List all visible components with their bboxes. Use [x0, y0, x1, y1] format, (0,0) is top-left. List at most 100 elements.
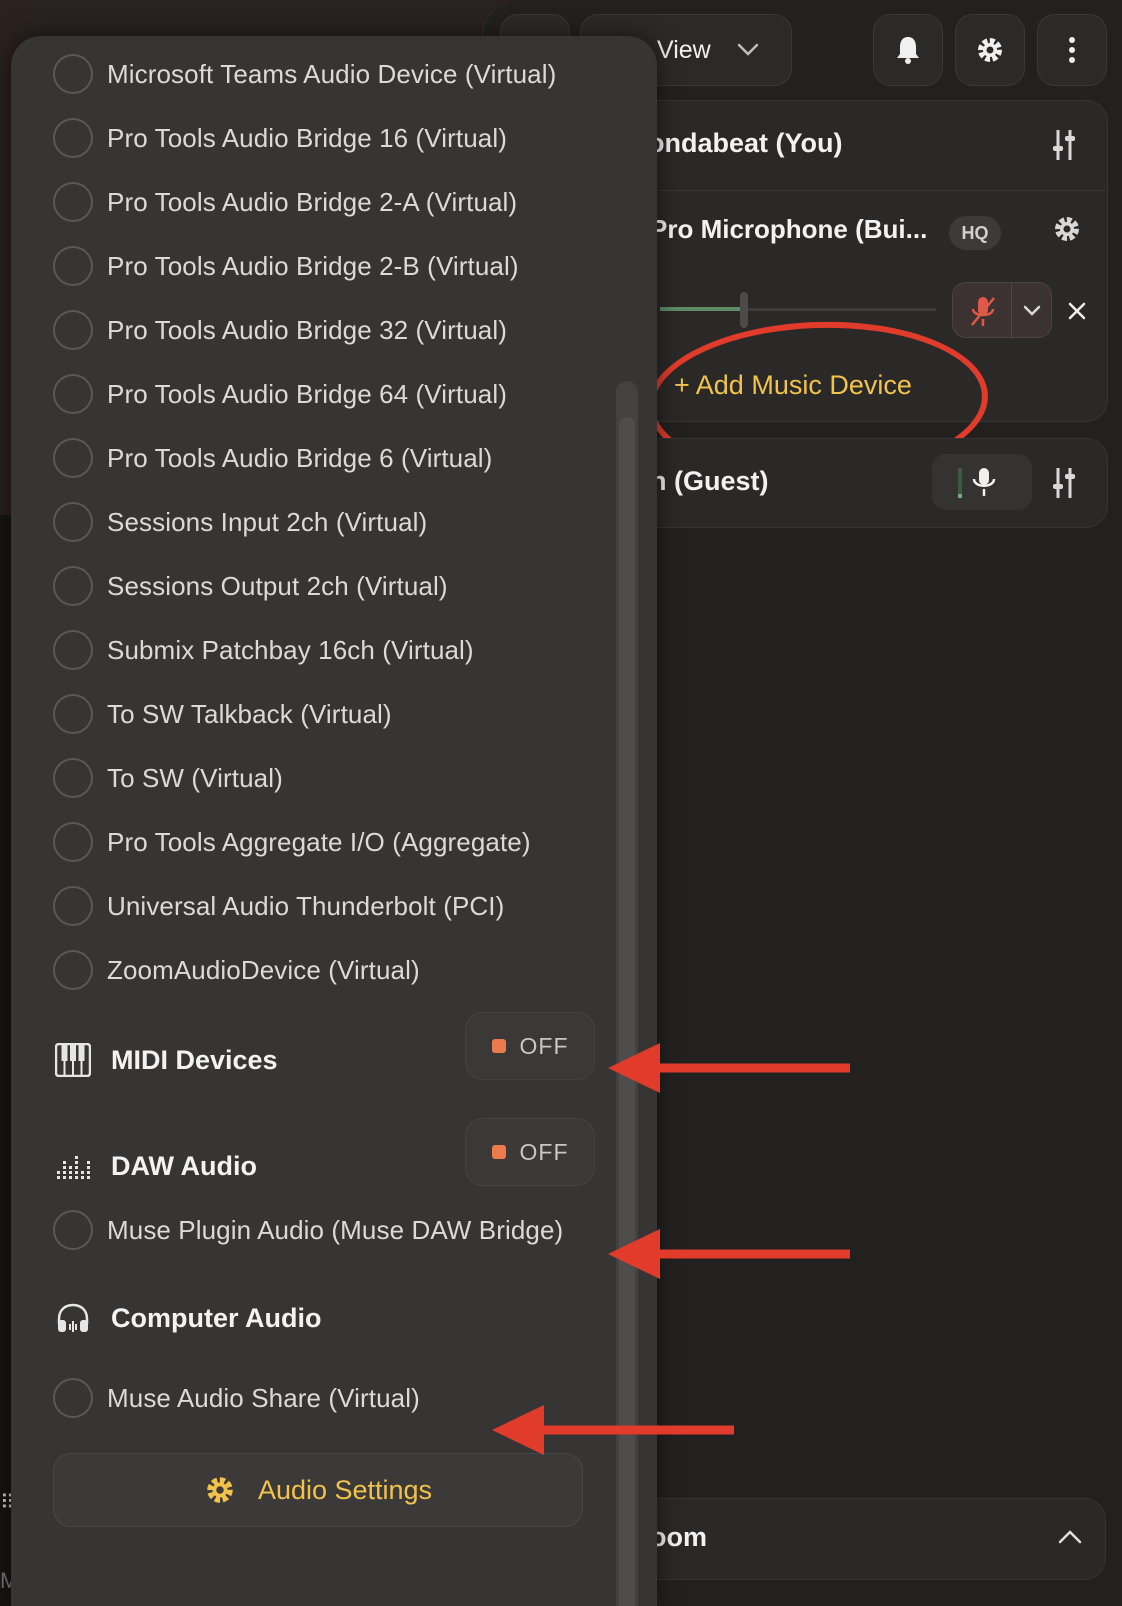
- computer-audio-section-header: Computer Audio: [53, 1288, 321, 1348]
- daw-section-header: DAW Audio: [53, 1136, 257, 1196]
- more-vertical-icon: [1069, 37, 1075, 63]
- checkbox[interactable]: [53, 182, 93, 222]
- device-label: Pro Tools Audio Bridge 2-B (Virtual): [107, 250, 519, 281]
- mic-mute-toggle[interactable]: [952, 282, 1052, 339]
- volume-slider-thumb[interactable]: [740, 292, 748, 328]
- device-label: Pro Tools Audio Bridge 6 (Virtual): [107, 442, 493, 473]
- more-options-button[interactable]: [1037, 14, 1107, 86]
- checkbox[interactable]: [53, 374, 93, 414]
- participant-name: ondabeat (You): [648, 128, 843, 158]
- toggle-label: OFF: [519, 1032, 569, 1059]
- device-option[interactable]: To SW Talkback (Virtual): [53, 684, 392, 744]
- checkbox[interactable]: [53, 822, 93, 862]
- checkbox[interactable]: [53, 502, 93, 542]
- checkbox[interactable]: [53, 694, 93, 734]
- device-option[interactable]: Pro Tools Audio Bridge 2-A (Virtual): [53, 172, 517, 232]
- midi-toggle[interactable]: OFF: [465, 1012, 595, 1080]
- chevron-down-icon: [737, 43, 758, 56]
- checkbox[interactable]: [53, 566, 93, 606]
- volume-slider-fill: [660, 307, 744, 311]
- mic-muted-icon: [971, 297, 995, 326]
- checkbox[interactable]: [53, 54, 93, 94]
- device-option[interactable]: Sessions Input 2ch (Virtual): [53, 492, 427, 552]
- room-label: oom: [650, 1522, 707, 1552]
- guest-mic-button[interactable]: [932, 454, 1032, 510]
- device-option[interactable]: Muse Audio Share (Virtual): [53, 1368, 420, 1428]
- toggle-label: OFF: [519, 1138, 569, 1165]
- device-option[interactable]: Microsoft Teams Audio Device (Virtual): [53, 44, 556, 104]
- status-dot: [491, 1145, 506, 1159]
- device-label: ZoomAudioDevice (Virtual): [107, 954, 420, 985]
- mic-icon: [972, 468, 996, 496]
- checkbox[interactable]: [53, 886, 93, 926]
- device-option[interactable]: Sessions Output 2ch (Virtual): [53, 556, 448, 616]
- gear-icon: [207, 1477, 233, 1503]
- chevron-up-icon[interactable]: [1058, 1530, 1082, 1544]
- section-title: Computer Audio: [111, 1302, 322, 1333]
- checkbox[interactable]: [53, 310, 93, 350]
- hq-badge: HQ: [949, 216, 1001, 250]
- view-label: View: [657, 35, 711, 64]
- input-device-name[interactable]: Pro Microphone (Bui...: [650, 214, 927, 245]
- device-picker-dropdown: Microsoft Teams Audio Device (Virtual) P…: [11, 36, 657, 1606]
- gear-icon: [978, 38, 1002, 62]
- device-label: Submix Patchbay 16ch (Virtual): [107, 634, 474, 665]
- device-option[interactable]: Pro Tools Audio Bridge 64 (Virtual): [53, 364, 507, 424]
- section-title: MIDI Devices: [111, 1044, 278, 1075]
- checkbox[interactable]: [53, 1210, 93, 1250]
- device-label: Pro Tools Audio Bridge 2-A (Virtual): [107, 186, 518, 217]
- midi-section-header: MIDI Devices: [53, 1030, 278, 1090]
- annotation-arrow: [492, 1405, 734, 1455]
- settings-button[interactable]: [955, 14, 1025, 86]
- device-option[interactable]: Pro Tools Audio Bridge 2-B (Virtual): [53, 236, 519, 296]
- device-label: Muse Audio Share (Virtual): [107, 1382, 420, 1413]
- device-label: Muse Plugin Audio (Muse DAW Bridge): [107, 1214, 564, 1245]
- device-option[interactable]: Pro Tools Audio Bridge 32 (Virtual): [53, 300, 507, 360]
- device-label: To SW (Virtual): [107, 762, 283, 793]
- annotation-arrow: [608, 1229, 850, 1279]
- checkbox[interactable]: [53, 1378, 93, 1418]
- daw-toggle[interactable]: OFF: [465, 1118, 595, 1186]
- checkbox[interactable]: [53, 118, 93, 158]
- device-label: To SW Talkback (Virtual): [107, 698, 392, 729]
- chevron-down-icon[interactable]: [1023, 305, 1041, 317]
- device-option[interactable]: Pro Tools Audio Bridge 16 (Virtual): [53, 108, 507, 168]
- audio-settings-label: Audio Settings: [257, 1474, 433, 1505]
- checkbox[interactable]: [53, 758, 93, 798]
- notifications-button[interactable]: [873, 14, 943, 86]
- piano-icon: [53, 1040, 93, 1080]
- device-label: Pro Tools Audio Bridge 32 (Virtual): [107, 314, 507, 345]
- guest-name: n (Guest): [650, 466, 769, 496]
- checkbox[interactable]: [53, 438, 93, 478]
- gear-icon[interactable]: [1052, 214, 1082, 244]
- checkbox[interactable]: [53, 950, 93, 990]
- device-option[interactable]: Submix Patchbay 16ch (Virtual): [53, 620, 474, 680]
- headphones-icon: [53, 1298, 93, 1338]
- device-label: Pro Tools Audio Bridge 16 (Virtual): [107, 122, 507, 153]
- bell-icon: [897, 37, 919, 64]
- app-window: ⠿ M View ondabeat (You) Pro Microphone (…: [0, 0, 1122, 1606]
- mixer-icon[interactable]: [1052, 128, 1076, 162]
- device-label: Pro Tools Audio Bridge 64 (Virtual): [107, 378, 507, 409]
- device-option[interactable]: Pro Tools Aggregate I/O (Aggregate): [53, 812, 531, 872]
- device-option[interactable]: Pro Tools Audio Bridge 6 (Virtual): [53, 428, 492, 488]
- device-label: Pro Tools Aggregate I/O (Aggregate): [107, 826, 531, 857]
- close-icon[interactable]: [1068, 302, 1086, 320]
- device-label: Microsoft Teams Audio Device (Virtual): [107, 58, 557, 89]
- annotation-arrow: [608, 1043, 850, 1093]
- audio-settings-button[interactable]: Audio Settings: [53, 1453, 583, 1527]
- device-label: Universal Audio Thunderbolt (PCI): [107, 890, 505, 921]
- device-option[interactable]: Universal Audio Thunderbolt (PCI): [53, 876, 504, 936]
- device-label: Sessions Input 2ch (Virtual): [107, 506, 428, 537]
- status-dot: [491, 1039, 506, 1053]
- device-label: Sessions Output 2ch (Virtual): [107, 570, 448, 601]
- checkbox[interactable]: [53, 246, 93, 286]
- mixer-icon[interactable]: [1052, 466, 1076, 500]
- device-option[interactable]: ZoomAudioDevice (Virtual): [53, 940, 420, 1000]
- section-title: DAW Audio: [111, 1150, 257, 1181]
- equalizer-icon: [53, 1146, 93, 1186]
- device-option[interactable]: To SW (Virtual): [53, 748, 283, 808]
- checkbox[interactable]: [53, 630, 93, 670]
- device-option[interactable]: Muse Plugin Audio (Muse DAW Bridge): [53, 1200, 563, 1260]
- level-meter: [958, 468, 962, 496]
